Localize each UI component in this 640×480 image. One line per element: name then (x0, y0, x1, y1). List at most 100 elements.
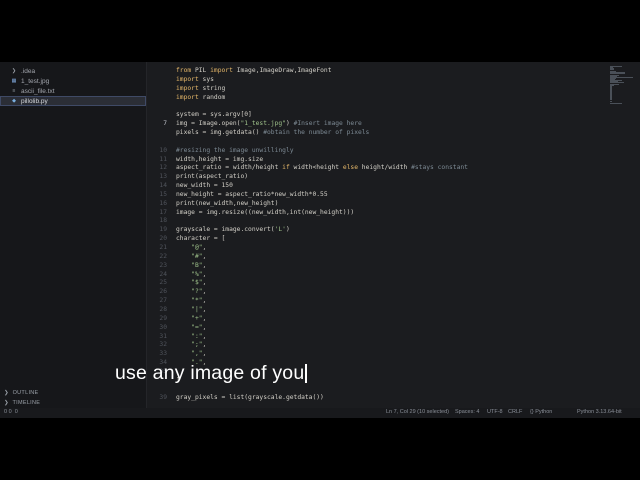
line-number: 24 (159, 270, 167, 278)
minimap[interactable] (610, 66, 634, 106)
code-text[interactable]: "@", (176, 243, 206, 252)
code-line[interactable]: 19 grayscale = image.convert('L') (147, 225, 607, 234)
code-text[interactable]: system = sys.argv[0] (176, 110, 252, 119)
code-line[interactable]: from PIL import Image,ImageDraw,ImageFon… (147, 66, 607, 75)
explorer-item-idea[interactable]: ❯ .idea (0, 66, 146, 76)
line-number: 30 (159, 323, 167, 331)
code-text[interactable]: from PIL import Image,ImageDraw,ImageFon… (176, 66, 332, 75)
explorer-item-test-jpg[interactable]: ▦ 1_test.jpg (0, 76, 146, 86)
code-line[interactable]: 11 width,height = img.size (147, 155, 607, 164)
code-line[interactable] (147, 137, 607, 146)
line-number: 11 (159, 155, 167, 163)
code-text[interactable]: "+", (176, 314, 206, 323)
code-line[interactable]: 22 "#", (147, 252, 607, 261)
code-text[interactable]: img = Image.open("1_test.jpg") #Insert i… (176, 119, 362, 128)
code-line[interactable]: 28 "|", (147, 305, 607, 314)
code-line[interactable]: import sys (147, 75, 607, 84)
code-line[interactable]: 26 "?", (147, 287, 607, 296)
code-editor[interactable]: from PIL import Image,ImageDraw,ImageFon… (147, 62, 607, 408)
code-line[interactable]: 16 print(new_width,new_height) (147, 199, 607, 208)
code-line[interactable]: 24 "%", (147, 270, 607, 279)
minimap-line (610, 82, 625, 83)
line-number: 16 (159, 199, 167, 207)
code-line[interactable]: 30 "=", (147, 323, 607, 332)
code-text[interactable]: "=", (176, 323, 206, 332)
code-text[interactable]: import sys (176, 75, 214, 84)
code-text[interactable]: gray_pixels = list(grayscale.getdata()) (176, 393, 324, 402)
status-bar: 0 0 0 Ln 7, Col 29 (10 selected) Spaces:… (0, 408, 640, 418)
indentation-setting[interactable]: Spaces: 4 (455, 409, 479, 415)
code-line[interactable]: 21 "@", (147, 243, 607, 252)
code-line[interactable]: 23 "B", (147, 261, 607, 270)
python-file-icon: ◆ (12, 98, 16, 104)
caption-text: use any image of you (115, 362, 305, 384)
code-line[interactable]: 7 img = Image.open("1_test.jpg") #Insert … (147, 119, 607, 128)
code-text[interactable]: "|", (176, 305, 206, 314)
code-line[interactable]: 32 ";", (147, 340, 607, 349)
eol-setting[interactable]: CRLF (508, 409, 522, 415)
code-text[interactable]: "B", (176, 261, 206, 270)
line-number: 18 (159, 217, 167, 225)
code-text[interactable]: grayscale = image.convert('L') (176, 225, 290, 234)
code-text[interactable]: "$", (176, 278, 206, 287)
line-number: 19 (159, 226, 167, 234)
code-line[interactable]: 12 aspect_ratio = width/height if width<h… (147, 163, 607, 172)
code-line[interactable]: 13 print(aspect_ratio) (147, 172, 607, 181)
code-line[interactable]: 17 image = img.resize((new_width,int(new_… (147, 208, 607, 217)
line-number: 17 (159, 208, 167, 216)
code-text[interactable]: new_height = aspect_ratio*new_width*0.55 (176, 190, 328, 199)
python-interpreter[interactable]: Python 3.13.64-bit (577, 409, 622, 415)
code-line[interactable]: import string (147, 84, 607, 93)
code-line[interactable]: 31 ":", (147, 332, 607, 341)
minimap-line (610, 73, 626, 74)
code-text[interactable]: width,height = img.size (176, 155, 263, 164)
code-text[interactable]: import random (176, 93, 225, 102)
cursor-position[interactable]: Ln 7, Col 29 (10 selected) (386, 409, 449, 415)
code-text[interactable]: "?", (176, 287, 206, 296)
code-text[interactable]: ":", (176, 332, 206, 341)
code-text[interactable]: print(new_width,new_height) (176, 199, 278, 208)
problems-indicator[interactable]: 0 0 0 (4, 409, 18, 415)
code-text[interactable]: import string (176, 84, 225, 93)
explorer-item-pillolib-py[interactable]: ◆ pillolib.py (0, 96, 146, 106)
line-number: 25 (159, 279, 167, 287)
line-number: 21 (159, 244, 167, 251)
code-text[interactable]: character = [ (176, 234, 225, 243)
video-caption: use any image of you (115, 362, 308, 385)
timeline-label: TIMELINE (12, 400, 41, 406)
code-text[interactable]: "#", (176, 252, 206, 261)
code-line[interactable]: 20 character = [ (147, 234, 607, 243)
code-line[interactable] (147, 385, 607, 394)
code-line[interactable]: 29 "+", (147, 314, 607, 323)
code-text[interactable]: "%", (176, 270, 206, 279)
code-text[interactable]: "*", (176, 296, 206, 305)
code-text[interactable]: ";", (176, 340, 206, 349)
code-text[interactable]: ",", (176, 349, 206, 358)
code-text[interactable]: image = img.resize((new_width,int(new_he… (176, 208, 354, 217)
code-line[interactable]: pixels = img.getdata() #obtain the numbe… (147, 128, 607, 137)
code-line[interactable] (147, 101, 607, 110)
outline-label: OUTLINE (12, 390, 39, 396)
outline-section[interactable]: ❯ OUTLINE (4, 390, 39, 396)
code-text[interactable]: #resizing the image unwillingly (176, 146, 294, 155)
code-text[interactable]: aspect_ratio = width/height if width<hei… (176, 163, 468, 172)
code-text[interactable]: new_width = 150 (176, 181, 233, 190)
code-line[interactable]: 39 gray_pixels = list(grayscale.getdata()… (147, 393, 607, 402)
code-text[interactable]: pixels = img.getdata() #obtain the numbe… (176, 128, 369, 137)
explorer-item-ascii-file[interactable]: ≡ ascii_file.txt (0, 86, 146, 96)
code-line[interactable]: 33 ",", (147, 349, 607, 358)
code-line[interactable]: 15 new_height = aspect_ratio*new_width*0.… (147, 190, 607, 199)
code-line[interactable]: system = sys.argv[0] (147, 110, 607, 119)
code-text[interactable]: print(aspect_ratio) (176, 172, 248, 181)
encoding-setting[interactable]: UTF-8 (487, 409, 503, 415)
code-line[interactable]: 27 "*", (147, 296, 607, 305)
code-line[interactable]: import random (147, 93, 607, 102)
timeline-section[interactable]: ❯ TIMELINE (4, 400, 40, 406)
code-line[interactable]: 14 new_width = 150 (147, 181, 607, 190)
language-mode[interactable]: {} Python (530, 409, 552, 415)
chevron-right-icon: ❯ (4, 400, 9, 406)
code-line[interactable]: 10 #resizing the image unwillingly (147, 146, 607, 155)
code-line[interactable]: 25 "$", (147, 278, 607, 287)
explorer-item-label: ascii_file.txt (21, 87, 55, 95)
code-line[interactable]: 18 (147, 216, 607, 225)
